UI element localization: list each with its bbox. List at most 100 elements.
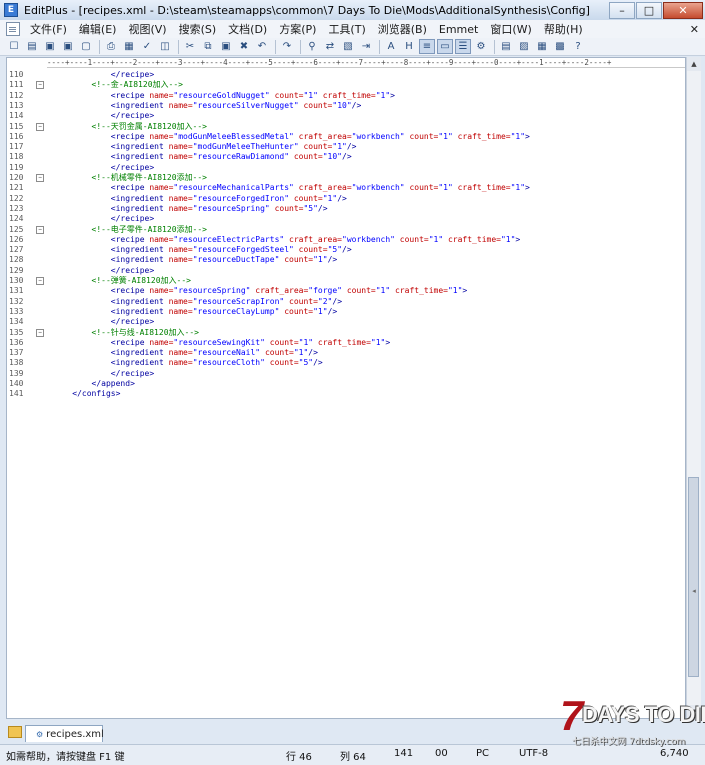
code-line[interactable]: <ingredient name="modGunMeleeTheHunter" …: [53, 142, 357, 152]
settings-icon[interactable]: ⚙: [473, 39, 489, 54]
menu-view[interactable]: 视图(V): [122, 21, 172, 37]
status-line-count: 141: [394, 748, 414, 759]
menu-file[interactable]: 文件(F): [24, 21, 73, 37]
code-line[interactable]: <!--天罚金属-AI8120加入-->: [53, 122, 207, 132]
code-line[interactable]: <ingredient name="resourceCloth" count="…: [53, 358, 323, 368]
fold-toggle-icon[interactable]: −: [36, 122, 44, 131]
line-numbers-icon[interactable]: ☰: [455, 39, 471, 54]
code-line[interactable]: <ingredient name="resourceClayLump" coun…: [53, 307, 337, 317]
code-line[interactable]: <!--机械零件-AI8120添加-->: [53, 173, 207, 183]
code-line[interactable]: <recipe name="resourceSewingKit" count="…: [53, 338, 390, 348]
window-list-icon[interactable]: ▦: [534, 39, 550, 54]
line-number-text: 135: [9, 327, 24, 337]
menu-tools[interactable]: 工具(T): [322, 21, 371, 37]
new-file-icon[interactable]: ☐: [6, 39, 22, 54]
toolbar-separator: [99, 39, 100, 54]
code-line[interactable]: </recipe>: [53, 369, 154, 379]
ruler-toggle-icon[interactable]: ▭: [437, 39, 453, 54]
maximize-button[interactable]: □: [636, 1, 662, 19]
fold-toggle-icon[interactable]: −: [36, 328, 44, 337]
menu-browser[interactable]: 浏览器(B): [372, 21, 433, 37]
code-line[interactable]: </recipe>: [53, 266, 154, 276]
replace-icon[interactable]: ⇄: [322, 39, 338, 54]
code-token: count=: [279, 255, 314, 265]
code-token: name=: [168, 358, 193, 368]
cut-icon[interactable]: ✂: [182, 39, 198, 54]
find-icon[interactable]: ⚲: [304, 39, 320, 54]
code-line[interactable]: <!--弹簧-AI8120加入-->: [53, 276, 191, 286]
open-folder-icon[interactable]: ▤: [24, 39, 40, 54]
fold-toggle-icon[interactable]: −: [36, 81, 44, 90]
fold-toggle-icon[interactable]: −: [36, 225, 44, 234]
tab-recipes-xml[interactable]: ⚙ recipes.xml: [25, 725, 104, 742]
menu-edit[interactable]: 编辑(E): [73, 21, 123, 37]
goto-line-icon[interactable]: ⇥: [358, 39, 374, 54]
code-line[interactable]: <ingredient name="resourceRawDiamond" co…: [53, 152, 352, 162]
line-number-text: 124: [9, 214, 24, 224]
code-line[interactable]: <recipe name="modGunMeleeBlessedMetal" c…: [53, 132, 530, 142]
undo-icon[interactable]: ↶: [254, 39, 270, 54]
heading-icon[interactable]: H: [401, 39, 417, 54]
print-preview-icon[interactable]: ▦: [121, 39, 137, 54]
scroll-thumb[interactable]: [688, 477, 699, 677]
menu-help[interactable]: 帮助(H): [538, 21, 589, 37]
code-line[interactable]: <!--金-AI8120加入-->: [53, 80, 183, 90]
code-line[interactable]: </append>: [53, 379, 135, 389]
code-line[interactable]: <recipe name="resourceMechanicalParts" c…: [53, 183, 530, 193]
close-file-icon[interactable]: ▢: [78, 39, 94, 54]
code-line[interactable]: </recipe>: [53, 163, 154, 173]
fold-toggle-icon[interactable]: −: [36, 174, 44, 182]
copy-icon[interactable]: ⧉: [200, 39, 216, 54]
code-line[interactable]: <recipe name="resourceGoldNugget" count=…: [53, 91, 395, 101]
menu-emmet[interactable]: Emmet: [433, 23, 484, 36]
find-in-files-icon[interactable]: ▧: [340, 39, 356, 54]
window-arrange-icon[interactable]: ▩: [552, 39, 568, 54]
scroll-up-arrow-icon[interactable]: ▲: [687, 57, 701, 71]
vertical-scrollbar[interactable]: ▲ ◂ ▼: [686, 57, 701, 719]
redo-icon[interactable]: ↷: [279, 39, 295, 54]
code-line[interactable]: <ingredient name="resourceDuctTape" coun…: [53, 255, 337, 265]
save-icon[interactable]: ▣: [42, 39, 58, 54]
menu-project[interactable]: 方案(P): [273, 21, 322, 37]
browser-preview-icon[interactable]: ◫: [157, 39, 173, 54]
code-line[interactable]: <!--电子零件-AI8120添加-->: [53, 225, 207, 235]
code-line[interactable]: <ingredient name="resourceSpring" count=…: [53, 204, 328, 214]
minimize-button[interactable]: –: [609, 1, 635, 19]
font-icon[interactable]: A: [383, 39, 399, 54]
code-line[interactable]: </recipe>: [53, 317, 154, 327]
code-token: "10": [322, 152, 342, 162]
save-all-icon[interactable]: ▣: [60, 39, 76, 54]
editor-pane[interactable]: ----+----1----+----2----+----3----+----4…: [6, 57, 686, 719]
document-icon[interactable]: [6, 22, 20, 36]
help-icon[interactable]: ?: [570, 39, 586, 54]
code-line[interactable]: </recipe>: [53, 70, 154, 80]
document-close-icon[interactable]: ✕: [690, 23, 699, 36]
fold-toggle-icon[interactable]: −: [36, 277, 44, 285]
code-line[interactable]: </configs>: [53, 389, 120, 399]
code-line[interactable]: <!--针与线-AI8120加入-->: [53, 328, 199, 338]
code-line[interactable]: <recipe name="resourceElectricParts" cra…: [53, 235, 520, 245]
code-line[interactable]: <ingredient name="resourceForgedIron" co…: [53, 194, 347, 204]
code-line[interactable]: </recipe>: [53, 214, 154, 224]
code-line[interactable]: <ingredient name="resourceNail" count="1…: [53, 348, 318, 358]
delete-icon[interactable]: ✖: [236, 39, 252, 54]
paste-icon[interactable]: ▣: [218, 39, 234, 54]
code-line[interactable]: <ingredient name="resourceSilverNugget" …: [53, 101, 361, 111]
menu-window[interactable]: 窗口(W): [484, 21, 537, 37]
directory-window-icon[interactable]: [8, 726, 22, 738]
code-line[interactable]: <recipe name="resourceSpring" craft_area…: [53, 286, 467, 296]
code-line[interactable]: </recipe>: [53, 111, 154, 121]
window-tile-icon[interactable]: ▤: [498, 39, 514, 54]
code-line[interactable]: <ingredient name="resourceScrapIron" cou…: [53, 297, 342, 307]
spell-check-icon[interactable]: ✓: [139, 39, 155, 54]
close-button[interactable]: ✕: [663, 1, 703, 19]
code-token: <!--针与线-AI8120加入-->: [91, 327, 199, 337]
code-token: </recipe>: [110, 368, 155, 378]
menu-search[interactable]: 搜索(S): [173, 21, 223, 37]
window-cascade-icon[interactable]: ▨: [516, 39, 532, 54]
word-wrap-icon[interactable]: ≡: [419, 39, 435, 54]
menu-document[interactable]: 文档(D): [222, 21, 273, 37]
print-icon[interactable]: ⎙: [103, 39, 119, 54]
code-line[interactable]: <ingredient name="resourceForgedSteel" c…: [53, 245, 352, 255]
